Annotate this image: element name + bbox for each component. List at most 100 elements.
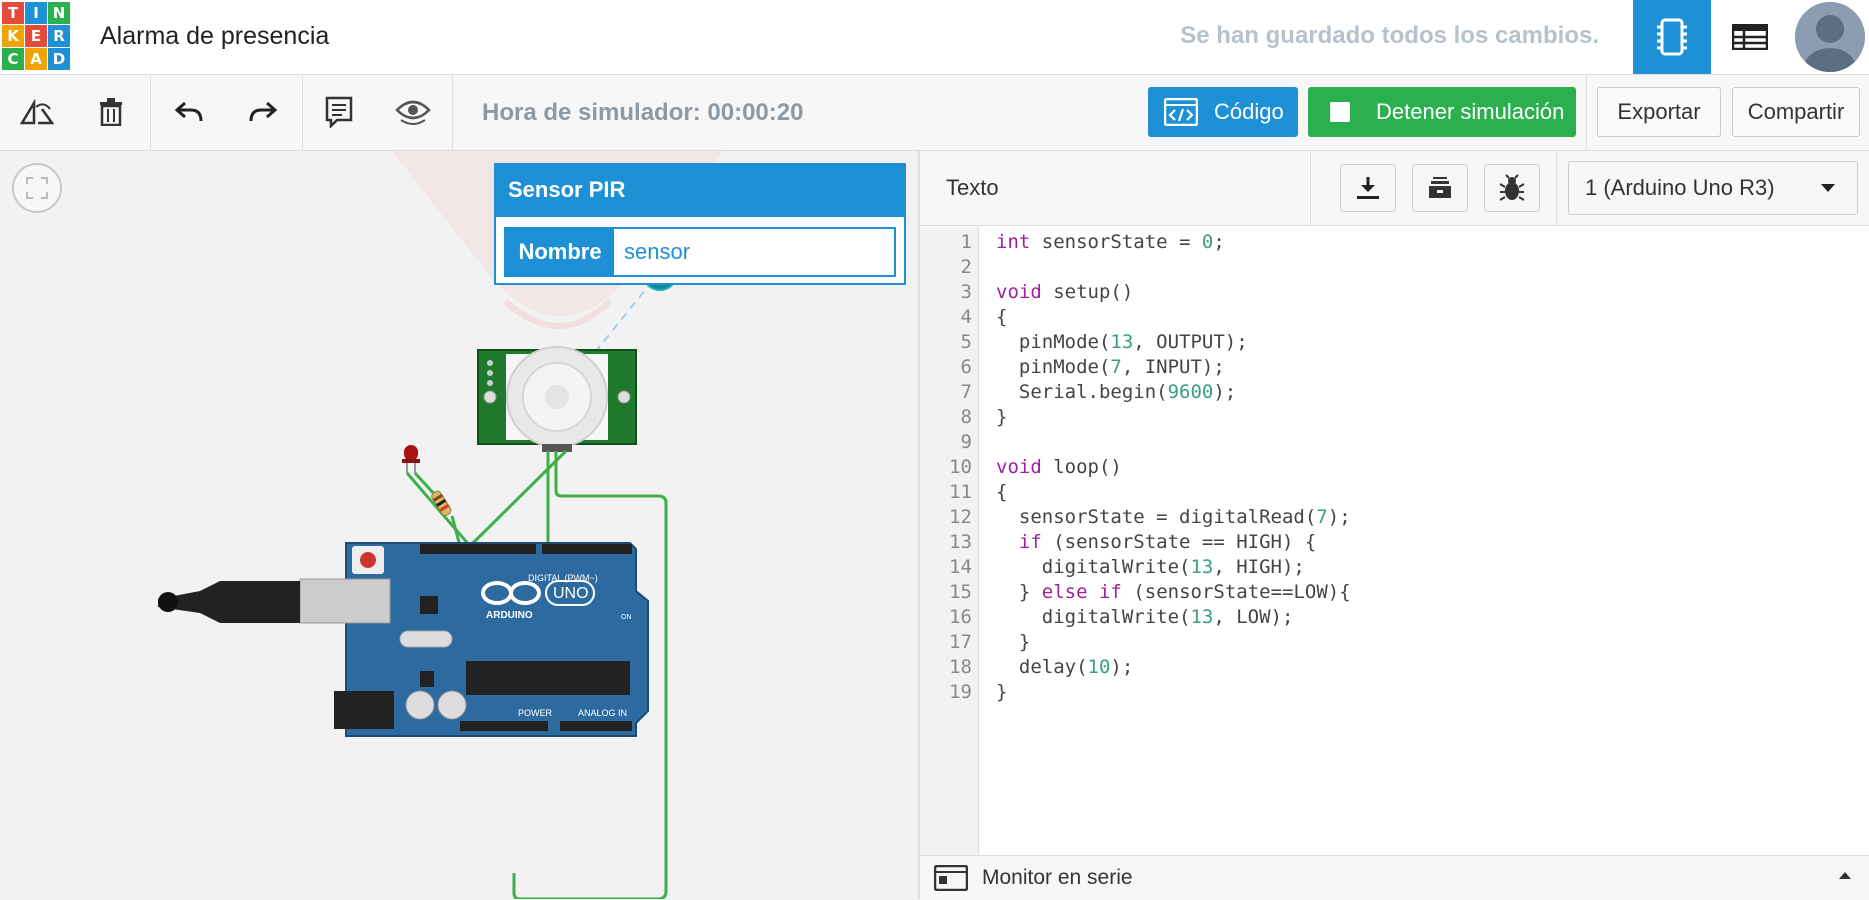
project-title[interactable]: Alarma de presencia bbox=[100, 22, 329, 51]
libraries-button[interactable] bbox=[1412, 164, 1468, 212]
line-number: 14 bbox=[949, 556, 972, 578]
notes-button[interactable] bbox=[302, 75, 376, 149]
board-digital-label: DIGITAL (PWM~) bbox=[528, 573, 598, 583]
code-line[interactable]: { bbox=[996, 305, 1351, 330]
board-arduino-label: ARDUINO bbox=[486, 610, 533, 621]
code-line[interactable]: int sensorState = 0; bbox=[996, 230, 1351, 255]
code-line[interactable] bbox=[996, 255, 1351, 280]
download-code-button[interactable] bbox=[1340, 164, 1396, 212]
code-line[interactable]: pinMode(13, OUTPUT); bbox=[996, 330, 1351, 355]
code-line[interactable]: Serial.begin(9600); bbox=[996, 380, 1351, 405]
logo-letter: E bbox=[25, 25, 47, 47]
code-button-label: Código bbox=[1214, 99, 1284, 124]
code-panel-header: Texto 1 (Arduino Uno R3) bbox=[920, 151, 1869, 226]
code-line[interactable]: sensorState = digitalRead(7); bbox=[996, 505, 1351, 530]
top-bar: T I N K E R C A D Alarma de presencia Se… bbox=[0, 0, 1869, 75]
line-number: 16 bbox=[949, 606, 972, 628]
chevron-up-icon[interactable] bbox=[1839, 872, 1851, 879]
logo-letter: N bbox=[48, 2, 70, 24]
visibility-icon bbox=[395, 100, 431, 125]
download-icon bbox=[1357, 177, 1379, 199]
code-icon bbox=[1164, 98, 1198, 126]
line-number: 11 bbox=[949, 481, 972, 503]
board-analog-label: ANALOG IN bbox=[578, 708, 627, 718]
rotate-button[interactable] bbox=[0, 75, 74, 149]
stop-simulation-label: Detener simulación bbox=[1376, 99, 1565, 124]
export-button[interactable]: Exportar bbox=[1597, 87, 1721, 137]
logo-letter: A bbox=[25, 48, 47, 70]
board-uno-label: UNO bbox=[553, 585, 589, 602]
pir-sensor[interactable] bbox=[477, 346, 637, 452]
code-line[interactable]: { bbox=[996, 480, 1351, 505]
board-power-label: POWER bbox=[518, 708, 553, 718]
fit-view-button[interactable] bbox=[12, 163, 62, 213]
code-line[interactable]: } bbox=[996, 405, 1351, 430]
line-number: 1 bbox=[960, 231, 972, 253]
line-number: 13 bbox=[949, 531, 972, 553]
circuit-canvas[interactable]: DIGITAL (PWM~) ARDUINO UNO ON POWER ANAL… bbox=[0, 151, 918, 899]
undo-icon bbox=[175, 101, 203, 122]
line-number: 2 bbox=[960, 256, 972, 278]
code-button[interactable]: Código bbox=[1148, 87, 1298, 137]
line-number: 19 bbox=[949, 681, 972, 703]
share-button[interactable]: Compartir bbox=[1732, 87, 1860, 137]
user-icon bbox=[1795, 2, 1865, 72]
chip-icon bbox=[1657, 18, 1687, 56]
name-field-label: Nombre bbox=[506, 229, 614, 275]
logo-letter: D bbox=[48, 48, 70, 70]
line-number: 12 bbox=[949, 506, 972, 528]
line-number: 9 bbox=[960, 431, 972, 453]
logo-letter: T bbox=[2, 2, 24, 24]
redo-button[interactable] bbox=[226, 75, 300, 149]
debugger-button[interactable] bbox=[1484, 164, 1540, 212]
delete-button[interactable] bbox=[74, 75, 148, 149]
rotate-icon bbox=[20, 99, 54, 125]
avatar[interactable] bbox=[1795, 2, 1865, 72]
line-number: 3 bbox=[960, 281, 972, 303]
simulator-time: Hora de simulador: 00:00:20 bbox=[482, 99, 804, 126]
board-select-value: 1 (Arduino Uno R3) bbox=[1585, 175, 1775, 200]
code-line[interactable]: digitalWrite(13, HIGH); bbox=[996, 555, 1351, 580]
logo-letter: C bbox=[2, 48, 24, 70]
code-line[interactable]: delay(10); bbox=[996, 655, 1351, 680]
red-led[interactable] bbox=[402, 445, 420, 473]
library-icon bbox=[1429, 177, 1451, 198]
arduino-uno-board[interactable] bbox=[158, 542, 649, 737]
line-number: 15 bbox=[949, 581, 972, 603]
chevron-down-icon bbox=[1821, 184, 1835, 192]
name-field-input[interactable]: sensor bbox=[614, 229, 894, 275]
inspector-title: Sensor PIR bbox=[496, 165, 904, 217]
stop-simulation-button[interactable]: Detener simulación bbox=[1308, 87, 1576, 137]
save-status: Se han guardado todos los cambios. bbox=[1180, 22, 1599, 49]
code-line[interactable]: pinMode(7, INPUT); bbox=[996, 355, 1351, 380]
table-icon bbox=[1732, 24, 1768, 50]
logo-letter: K bbox=[2, 25, 24, 47]
name-field-row: Nombre sensor bbox=[504, 227, 896, 277]
code-line[interactable] bbox=[996, 430, 1351, 455]
line-number: 4 bbox=[960, 306, 972, 328]
code-line[interactable]: void loop() bbox=[996, 455, 1351, 480]
notes-icon bbox=[325, 96, 353, 128]
line-number: 5 bbox=[960, 331, 972, 353]
line-number: 7 bbox=[960, 381, 972, 403]
circuit-view-button[interactable] bbox=[1633, 0, 1711, 74]
code-line[interactable]: } else if (sensorState==LOW){ bbox=[996, 580, 1351, 605]
line-number-gutter: 1 2 3 4 5 6 7 8 9 10 11 12 13 14 15 16 1… bbox=[920, 227, 979, 855]
code-editor[interactable]: int sensorState = 0; void setup() { pinM… bbox=[996, 230, 1351, 705]
visibility-button[interactable] bbox=[376, 75, 450, 149]
code-mode-label[interactable]: Texto bbox=[946, 175, 999, 201]
board-select[interactable]: 1 (Arduino Uno R3) bbox=[1568, 161, 1858, 215]
tinkercad-logo[interactable]: T I N K E R C A D bbox=[2, 2, 72, 72]
code-line[interactable]: void setup() bbox=[996, 280, 1351, 305]
undo-button[interactable] bbox=[152, 75, 226, 149]
redo-icon bbox=[249, 101, 277, 122]
component-list-button[interactable] bbox=[1711, 0, 1789, 74]
code-line[interactable]: } bbox=[996, 680, 1351, 705]
line-number: 17 bbox=[949, 631, 972, 653]
logo-letter: I bbox=[25, 2, 47, 24]
code-line[interactable]: } bbox=[996, 630, 1351, 655]
toolbar: Hora de simulador: 00:00:20 Código Deten… bbox=[0, 75, 1869, 151]
code-line[interactable]: digitalWrite(13, LOW); bbox=[996, 605, 1351, 630]
code-line[interactable]: if (sensorState == HIGH) { bbox=[996, 530, 1351, 555]
serial-monitor-bar[interactable]: Monitor en serie bbox=[920, 855, 1869, 900]
